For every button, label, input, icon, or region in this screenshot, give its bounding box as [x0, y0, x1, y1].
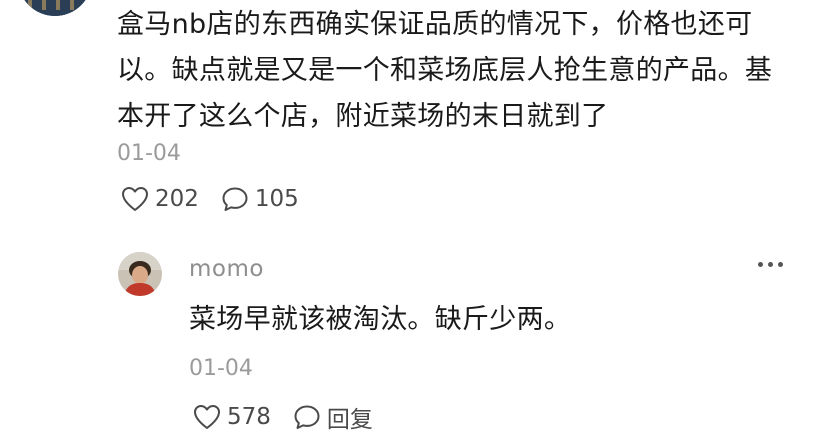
speech-bubble-icon: [294, 405, 320, 429]
reply-button[interactable]: 回复: [293, 400, 373, 434]
like-button[interactable]: 202: [121, 186, 199, 212]
heart-outline-icon: [122, 187, 148, 211]
comment-button[interactable]: 105: [221, 186, 299, 212]
heart-outline-icon: [194, 405, 220, 429]
like-count: 202: [155, 186, 199, 212]
reply-like-button[interactable]: 578: [193, 404, 271, 430]
reply-count: 105: [254, 186, 299, 212]
reply-button-label: 回复: [326, 407, 373, 433]
reply-username[interactable]: momo: [189, 256, 264, 282]
comment-actions: 202 105: [121, 186, 321, 212]
comment-text: 盒马nb店的东西确实保证品质的情况下，价格也还可以。缺点就是又是一个和菜场底层人…: [117, 9, 773, 132]
speech-bubble-icon: [222, 187, 248, 211]
reply-actions: 578 回复: [193, 400, 395, 434]
reply-like-count: 578: [227, 404, 271, 430]
commenter-avatar[interactable]: [18, 0, 92, 16]
reply-text: 菜场早就该被淘汰。缺斤少两。: [189, 304, 572, 335]
more-horizontal-icon[interactable]: [758, 262, 783, 267]
reply-date: 01-04: [189, 356, 253, 381]
comment-date: 01-04: [117, 141, 181, 166]
reply-avatar[interactable]: [118, 252, 162, 296]
